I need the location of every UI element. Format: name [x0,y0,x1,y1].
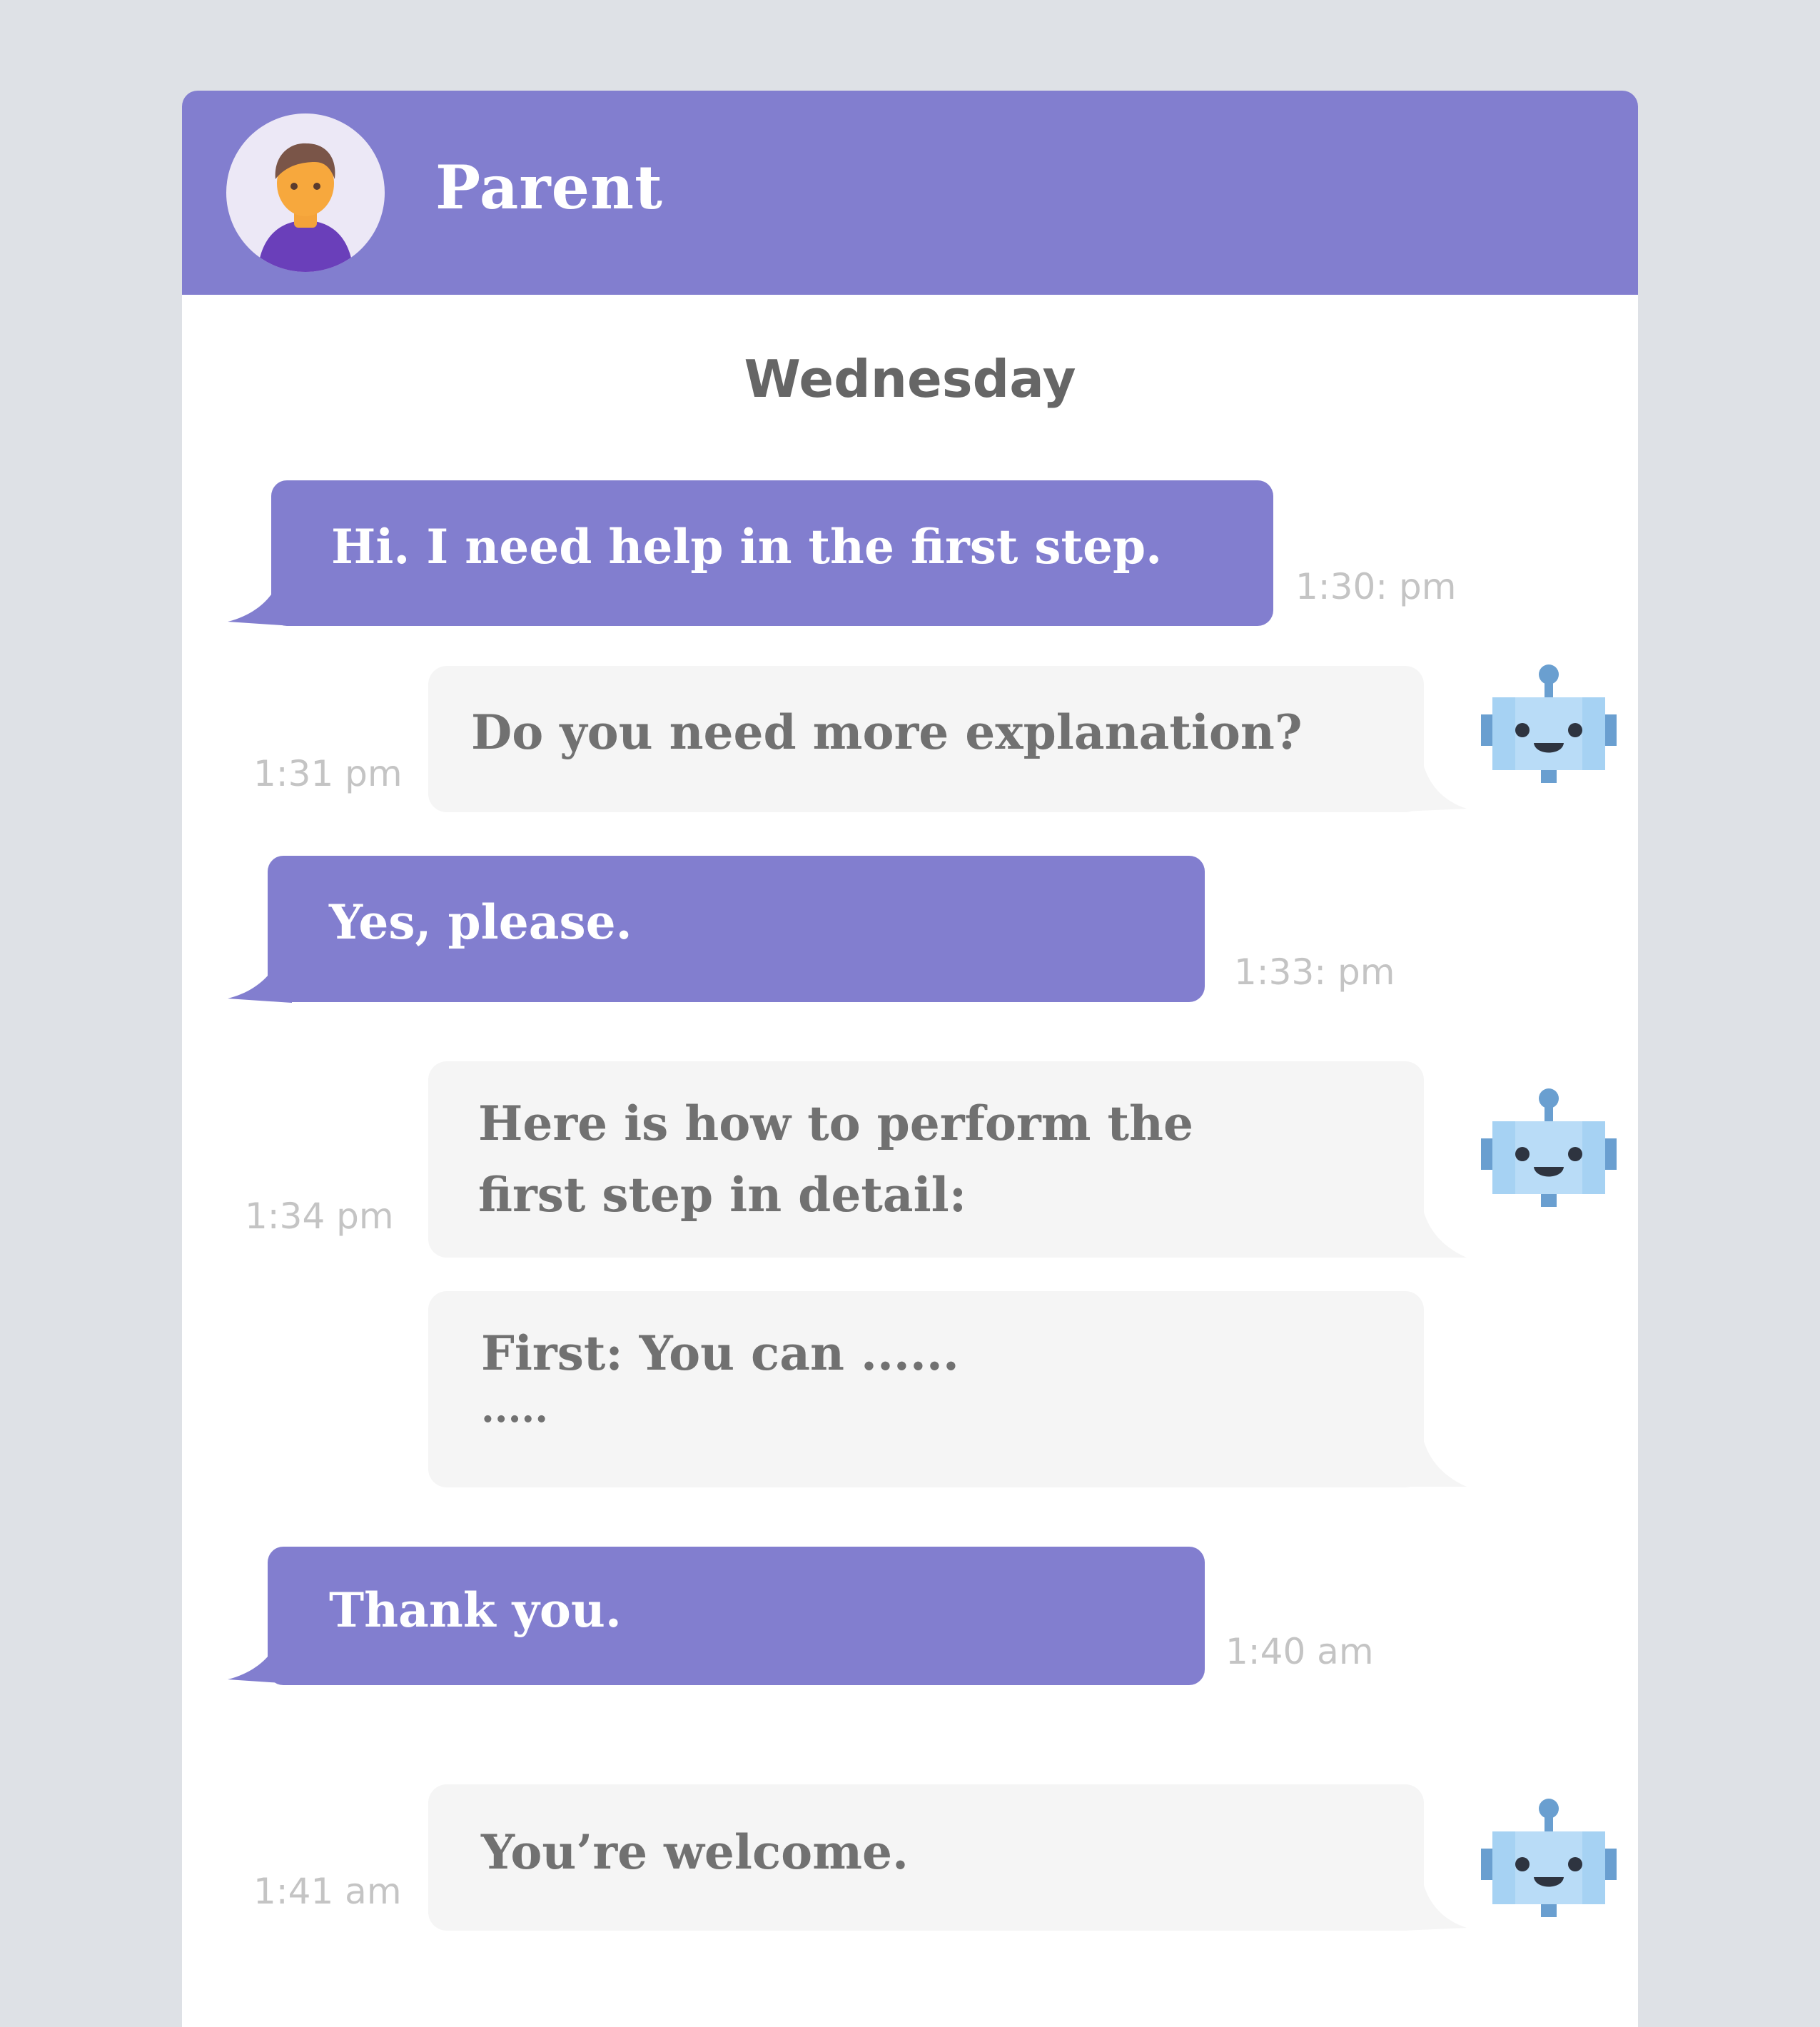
message-text: Thank you. [329,1582,622,1638]
message-timestamp: 1:31 pm [253,753,403,794]
message-timestamp: 1:34 pm [245,1196,394,1237]
message-text: Yes, please. [329,894,632,950]
bubble-tail [1402,762,1467,812]
robot-icon [1481,1799,1617,1917]
message-timestamp: 1:41 am [253,1871,402,1912]
message-timestamp: 1:33: pm [1234,951,1395,993]
bot-message-bubble: Do you need more explanation? [428,666,1424,812]
user-message-bubble: Yes, please. [268,856,1205,1002]
contact-name: Parent [435,152,663,223]
message-text: Do you need more explanation? [471,704,1303,760]
message-timestamp: 1:30: pm [1295,566,1457,607]
bot-message-bubble: First: You can ...... ..... [428,1291,1424,1487]
bot-message-bubble: Here is how to perform the first step in… [428,1061,1424,1258]
message-text-line: first step in detail: [478,1167,967,1223]
robot-icon [1481,664,1617,783]
user-message-bubble: Thank you. [268,1547,1205,1685]
message-text-line: First: You can ...... [481,1325,959,1381]
message-text: You’re welcome. [481,1824,909,1880]
bubble-tail [1402,1208,1467,1258]
robot-icon [1481,1088,1617,1207]
bubble-tail [228,1641,292,1684]
bubble-tail [228,583,292,626]
bot-message-bubble: You’re welcome. [428,1784,1424,1931]
bubble-tail [1402,1881,1467,1931]
bubble-tail [228,960,292,1003]
person-avatar-icon[interactable] [226,113,385,272]
chat-header: Parent [182,91,1638,295]
message-text: Hi. I need help in the first step. [331,519,1163,575]
bubble-tail [1402,1437,1467,1487]
user-message-bubble: Hi. I need help in the first step. [271,480,1273,626]
message-text-line: Here is how to perform the [478,1096,1193,1151]
message-text-line: ..... [481,1385,548,1431]
day-separator: Wednesday [744,349,1076,409]
message-timestamp: 1:40 am [1225,1631,1374,1672]
chat-window: Parent Wednesday Hi. I need help in the … [182,91,1638,2027]
